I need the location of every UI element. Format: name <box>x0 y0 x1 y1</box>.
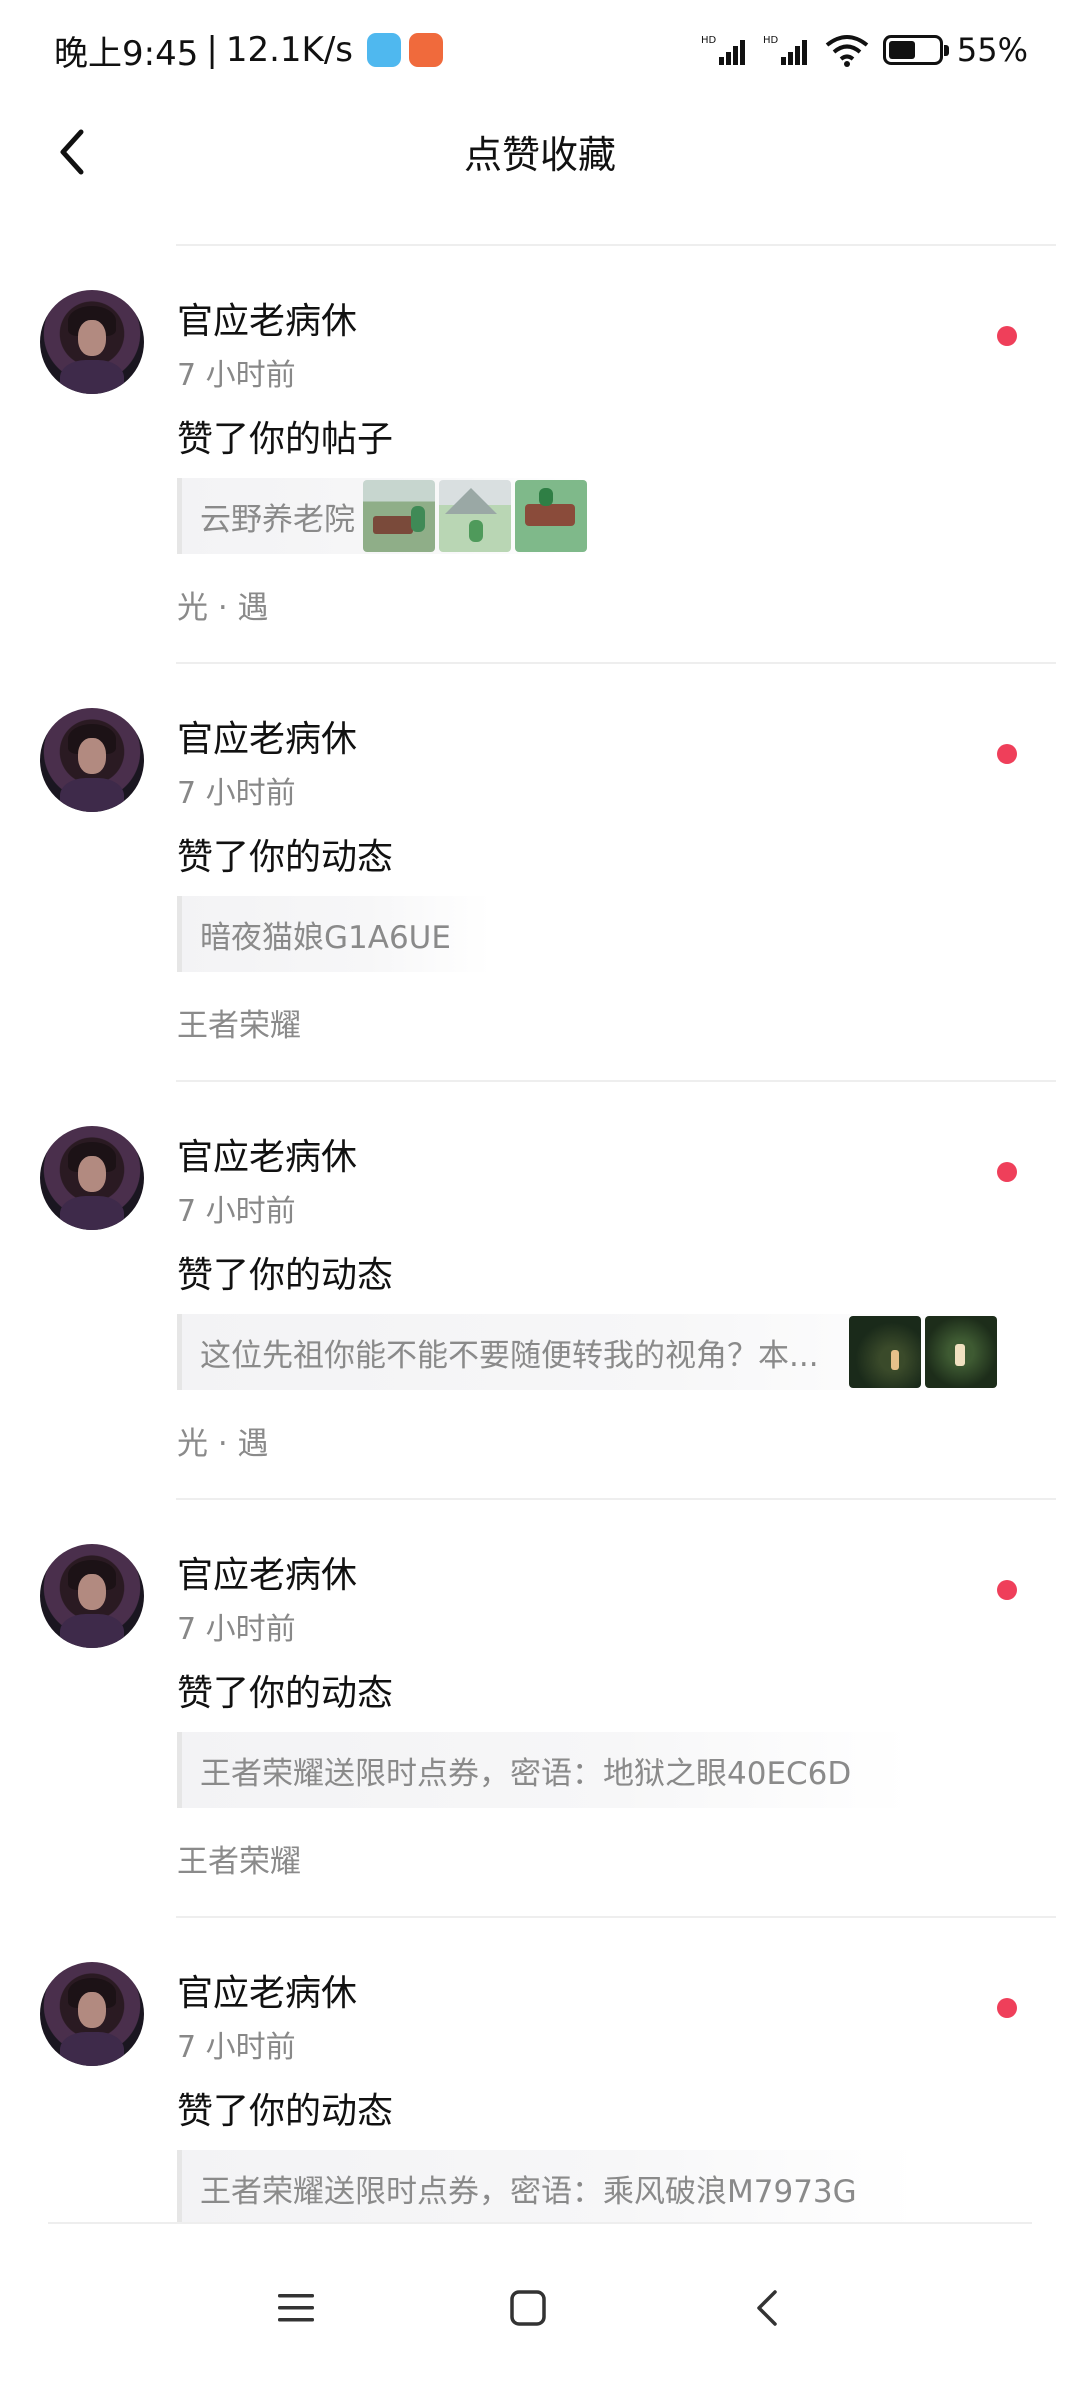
action-text: 赞了你的动态 <box>177 2091 394 2132</box>
thumbnail-strip <box>359 480 587 552</box>
quote-text: 这位先祖你能不能不要随便转我的视角？本... <box>200 1337 819 1374</box>
notification-item[interactable]: 官应老病休 7 小时前 赞了你的动态 王者荣耀送限时点券，密语：地狱之眼40EC… <box>0 1500 1080 1918</box>
quote-text: 王者荣耀送限时点券，密语：乘风破浪M7973G <box>200 2173 857 2210</box>
unread-dot <box>997 326 1017 346</box>
source-tag[interactable]: 光 · 遇 <box>177 1418 269 1463</box>
status-separator: | <box>206 30 218 70</box>
quote-text: 暗夜猫娘G1A6UE <box>200 919 451 956</box>
username[interactable]: 官应老病休 <box>177 292 357 344</box>
avatar-face <box>78 1992 106 2028</box>
avatar[interactable] <box>40 708 144 812</box>
back-triangle-icon <box>757 2290 777 2326</box>
avatar-face <box>78 320 106 356</box>
unread-dot <box>997 1162 1017 1182</box>
network-speed: 12.1K/s <box>225 30 353 70</box>
battery-level-fill <box>888 41 916 59</box>
avatar-body <box>60 360 124 394</box>
post-quote[interactable]: 王者荣耀送限时点券，密语：地狱之眼40EC6D <box>177 1732 912 1808</box>
unread-dot <box>997 1580 1017 1600</box>
menu-icon <box>278 2294 314 2322</box>
post-quote[interactable]: 暗夜猫娘G1A6UE <box>177 896 491 972</box>
source-tag[interactable]: 王者荣耀 <box>177 1836 301 1881</box>
avatar[interactable] <box>40 1544 144 1648</box>
avatar[interactable] <box>40 1126 144 1230</box>
battery-percent: 55% <box>956 31 1028 69</box>
timestamp: 7 小时前 <box>177 1194 296 1229</box>
thumbnail-image[interactable] <box>363 480 435 552</box>
thumbnail-image[interactable] <box>925 1316 997 1388</box>
action-text: 赞了你的动态 <box>177 1255 394 1296</box>
timestamp: 7 小时前 <box>177 1612 296 1647</box>
post-quote[interactable]: 这位先祖你能不能不要随便转我的视角？本... <box>177 1314 997 1390</box>
notification-item[interactable]: 官应老病休 7 小时前 赞了你的动态 这位先祖你能不能不要随便转我的视角？本..… <box>0 1082 1080 1500</box>
avatar-body <box>60 1196 124 1230</box>
avatar-body <box>60 1614 124 1648</box>
status-right: HD HD 55% <box>701 28 1028 72</box>
chat-app-icon <box>367 33 401 67</box>
source-tag[interactable]: 王者荣耀 <box>177 1000 301 1045</box>
video-app-icon <box>409 33 443 67</box>
avatar[interactable] <box>40 1962 144 2066</box>
action-text: 赞了你的帖子 <box>177 419 394 460</box>
app-header: 点赞收藏 <box>0 100 1080 204</box>
thumbnail-image[interactable] <box>515 480 587 552</box>
status-time: 晚上9:45 <box>54 33 199 74</box>
notification-item[interactable]: 官应老病休 7 小时前 赞了你的动态 暗夜猫娘G1A6UE 王者荣耀 <box>0 664 1080 1082</box>
page-title: 点赞收藏 <box>463 133 616 177</box>
system-nav-bar <box>0 2224 1080 2400</box>
timestamp: 7 小时前 <box>177 2030 296 2065</box>
avatar-face <box>78 1156 106 1192</box>
quote-text: 王者荣耀送限时点券，密语：地狱之眼40EC6D <box>200 1755 852 1792</box>
thumbnail-strip <box>845 1316 997 1388</box>
svg-text:HD: HD <box>763 35 779 46</box>
username[interactable]: 官应老病休 <box>177 1128 357 1180</box>
thumbnail-image[interactable] <box>849 1316 921 1388</box>
source-tag[interactable]: 光 · 遇 <box>177 582 269 627</box>
hd-signal-icon: HD <box>763 35 807 65</box>
system-back-button[interactable] <box>727 2268 807 2348</box>
svg-text:HD: HD <box>701 35 717 46</box>
status-bar: 晚上9:45 | 12.1K/s HD HD 55% <box>0 0 1080 100</box>
avatar-face <box>78 738 106 774</box>
post-quote[interactable]: 云野养老院 <box>177 478 587 554</box>
timestamp: 7 小时前 <box>177 776 296 811</box>
notification-item[interactable]: 官应老病休 7 小时前 赞了你的帖子 云野养老院 光 · 遇 <box>0 246 1080 664</box>
menu-button[interactable] <box>256 2268 336 2348</box>
post-quote[interactable]: 王者荣耀送限时点券，密语：乘风破浪M7973G <box>177 2150 917 2226</box>
thumbnail-image[interactable] <box>439 480 511 552</box>
wifi-icon <box>825 35 869 67</box>
notification-list: 官应老病休 7 小时前 赞了你的帖子 云野养老院 光 · 遇 官应老病休 7 小… <box>0 246 1080 2336</box>
quote-text: 云野养老院 <box>200 501 355 538</box>
timestamp: 7 小时前 <box>177 358 296 393</box>
username[interactable]: 官应老病休 <box>177 710 357 762</box>
home-square-icon <box>510 2290 546 2326</box>
avatar-body <box>60 2032 124 2066</box>
status-left: 晚上9:45 | 12.1K/s <box>54 28 443 74</box>
avatar-face <box>78 1574 106 1610</box>
username[interactable]: 官应老病休 <box>177 1964 357 2016</box>
hd-signal-icon: HD <box>701 35 745 65</box>
action-text: 赞了你的动态 <box>177 1673 394 1714</box>
username[interactable]: 官应老病休 <box>177 1546 357 1598</box>
battery-icon <box>882 35 949 65</box>
unread-dot <box>997 1998 1017 2018</box>
avatar[interactable] <box>40 290 144 394</box>
action-text: 赞了你的动态 <box>177 837 394 878</box>
home-button[interactable] <box>488 2268 568 2348</box>
avatar-body <box>60 778 124 812</box>
unread-dot <box>997 744 1017 764</box>
